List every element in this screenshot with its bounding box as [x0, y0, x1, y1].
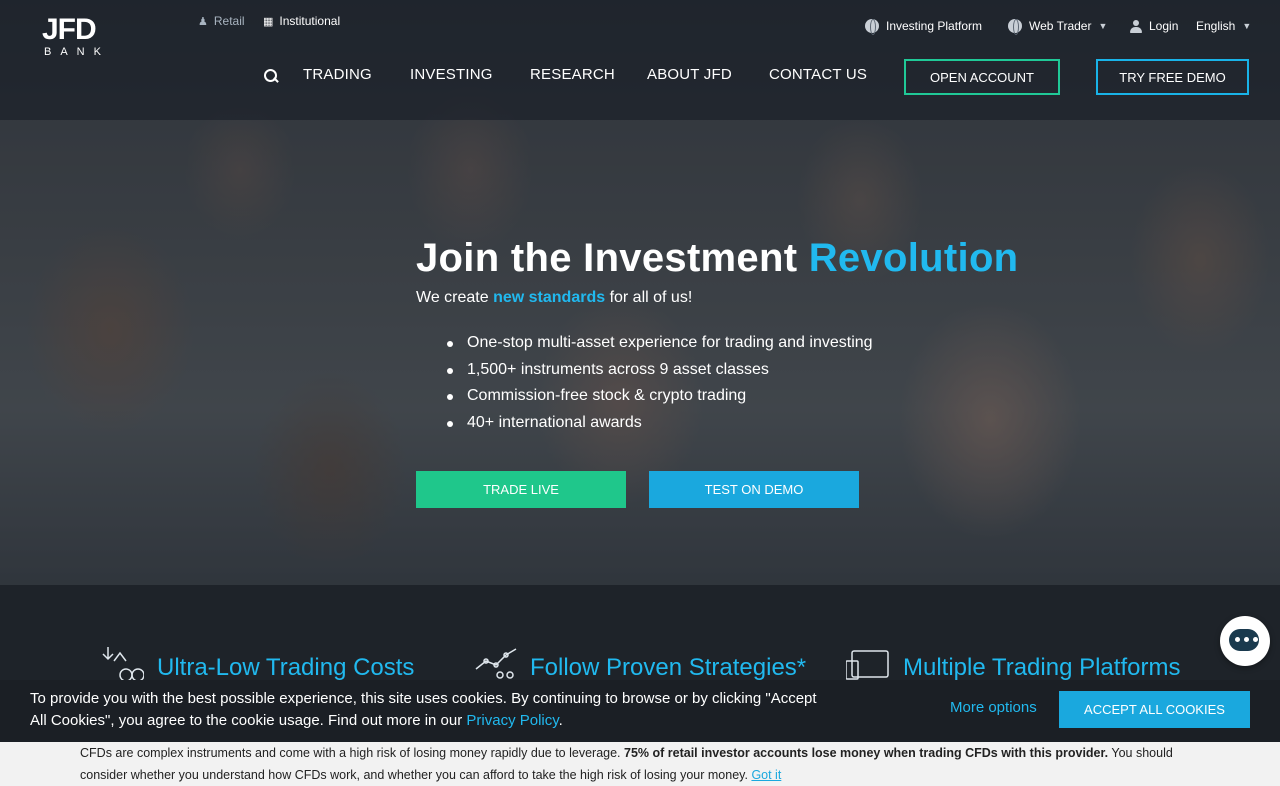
list-item: One-stop multi-asset experience for trad…: [446, 330, 873, 357]
list-item: 40+ international awards: [446, 410, 873, 437]
privacy-policy-link[interactable]: Privacy Policy: [466, 712, 558, 729]
investing-platform-label: Investing Platform: [886, 19, 983, 33]
search-icon[interactable]: [263, 68, 279, 84]
language-selector[interactable]: English ▼: [1196, 19, 1251, 33]
risk-text-bold: 75% of retail investor accounts lose mon…: [624, 746, 1109, 760]
nav-trading[interactable]: TRADING: [303, 66, 372, 83]
more-options-link[interactable]: More options: [950, 699, 1037, 716]
segment-retail-link[interactable]: ♟ Retail: [198, 14, 245, 28]
strategy-icon: [475, 648, 517, 679]
feature-title-strategies[interactable]: Follow Proven Strategies*: [530, 654, 806, 682]
test-on-demo-button[interactable]: TEST ON DEMO: [649, 471, 859, 508]
cookie-message: To provide you with the best possible ex…: [30, 688, 830, 732]
nav-contact-us[interactable]: CONTACT US: [769, 66, 867, 83]
headline-accent: Revolution: [808, 236, 1019, 280]
hero-headline: Join the Investment Revolution: [416, 236, 1018, 281]
chat-widget-button[interactable]: [1220, 616, 1270, 666]
nav-investing[interactable]: INVESTING: [410, 66, 493, 83]
web-trader-label: Web Trader: [1029, 19, 1092, 33]
cost-icon: [102, 647, 144, 681]
risk-text-a: CFDs are complex instruments and come wi…: [80, 746, 621, 760]
nav-research[interactable]: RESEARCH: [530, 66, 615, 83]
trade-live-button[interactable]: TRADE LIVE: [416, 471, 626, 508]
jfd-bank-logo[interactable]: JFD BANK: [42, 15, 110, 59]
sub-before: We create: [416, 289, 489, 306]
header: [0, 0, 1280, 120]
sub-accent: new standards: [493, 289, 606, 306]
login-link[interactable]: Login: [1130, 19, 1178, 33]
feature-title-costs[interactable]: Ultra-Low Trading Costs: [157, 654, 414, 682]
chevron-down-icon: ▼: [1242, 21, 1252, 31]
hero-bullet-list: One-stop multi-asset experience for trad…: [446, 330, 873, 436]
chat-icon: [1235, 637, 1258, 642]
segment-retail-label: Retail: [213, 14, 245, 28]
open-account-button[interactable]: OPEN ACCOUNT: [904, 59, 1060, 95]
nav-about-jfd[interactable]: ABOUT JFD: [647, 66, 732, 83]
chevron-down-icon: ▼: [1098, 21, 1108, 31]
sub-after: for all of us!: [609, 289, 693, 306]
segment-institutional-link[interactable]: ▦ Institutional: [263, 14, 340, 28]
language-label: English: [1196, 19, 1236, 33]
web-trader-dropdown[interactable]: Web Trader ▼: [1008, 19, 1108, 35]
user-icon: [1130, 19, 1142, 33]
logo-wordmark: JFD: [42, 13, 97, 46]
cookie-end: .: [558, 712, 563, 729]
feature-title-platforms[interactable]: Multiple Trading Platforms: [903, 654, 1180, 682]
list-item: Commission-free stock & crypto trading: [446, 383, 873, 410]
hero-subheadline: We create new standards for all of us!: [416, 289, 692, 307]
list-item: 1,500+ instruments across 9 asset classe…: [446, 357, 873, 384]
platform-icon: [846, 650, 889, 680]
investing-platform-link[interactable]: Investing Platform: [865, 19, 983, 35]
person-icon: ♟: [198, 15, 208, 28]
globe-icon: [1008, 19, 1022, 35]
cookie-text: To provide you with the best possible ex…: [30, 690, 817, 729]
segment-institutional-label: Institutional: [279, 14, 341, 28]
globe-icon: [865, 19, 879, 35]
got-it-link[interactable]: Got it: [751, 768, 781, 782]
try-free-demo-button[interactable]: TRY FREE DEMO: [1096, 59, 1249, 95]
headline-main: Join the Investment: [416, 236, 798, 280]
accept-all-cookies-button[interactable]: ACCEPT ALL COOKIES: [1059, 691, 1250, 728]
login-label: Login: [1149, 19, 1179, 33]
building-icon: ▦: [263, 15, 274, 28]
risk-warning-text: CFDs are complex instruments and come wi…: [80, 742, 1210, 786]
logo-subtitle: BANK: [44, 46, 110, 58]
